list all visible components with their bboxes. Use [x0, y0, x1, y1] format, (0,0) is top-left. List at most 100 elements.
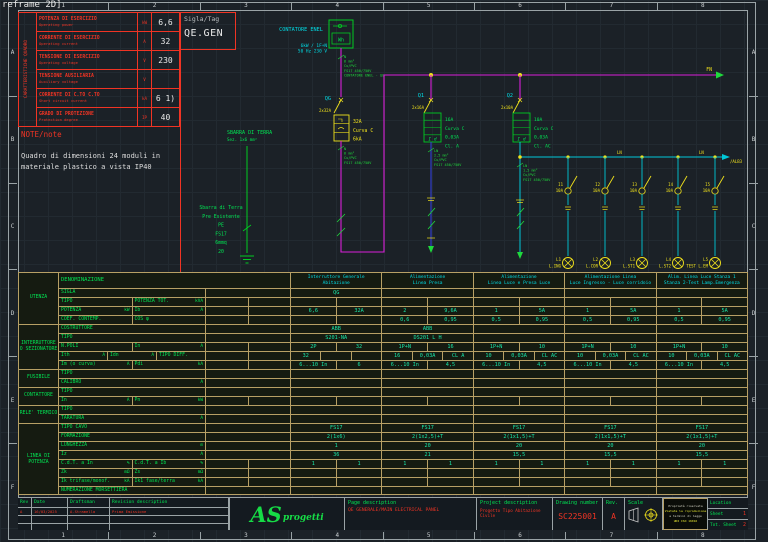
table-label-text: COEF. CONTEMP. — [61, 317, 102, 322]
table-data-value — [291, 406, 381, 414]
table-label-text: Pn — [134, 398, 141, 403]
table-data-value: 4,5 — [445, 362, 456, 368]
table-data-cell — [657, 406, 747, 414]
table-label-text: TIPO — [61, 389, 73, 394]
table-data-cell — [474, 469, 566, 477]
table-label-text: Ib — [134, 308, 141, 313]
table-row-labels: COEF. CONTEMP. COS φ — [59, 316, 206, 324]
table-data-value: 2 — [382, 307, 429, 315]
characteristics-sublabel: Operating voltage — [39, 59, 78, 65]
logo-main: AS — [250, 501, 282, 527]
table-gap-cell — [206, 487, 291, 495]
table-data-value — [565, 298, 611, 306]
table-label-unit: kA — [197, 362, 203, 367]
scale-label: Scale — [628, 500, 644, 506]
table-row: Zk mΩ Zs mΩ — [59, 469, 747, 478]
table-label-part: Iz A — [59, 451, 205, 459]
table-row: TIPO POTENZA TOT. kVA — [59, 298, 747, 307]
table-data-value: 16 — [382, 352, 413, 360]
table-row: NUMERAZIONE MORSETTIERA — [59, 487, 747, 495]
table-data-cell: S201-NA — [291, 334, 383, 342]
table-data-cell — [291, 415, 383, 423]
tag-value: QE.GEN — [184, 28, 224, 39]
zone-column-number: 6 — [473, 532, 565, 540]
table-data-cell — [657, 334, 747, 342]
table-data-value — [337, 298, 382, 306]
table-data-value: FS17 — [695, 425, 709, 431]
table-data-cell — [382, 298, 474, 306]
table-data-value — [382, 370, 472, 378]
table-label-part: Pdi kA — [133, 361, 206, 369]
table-data-cell — [474, 478, 566, 486]
table-data-cell — [565, 388, 657, 396]
table-data-value: 10 — [538, 344, 545, 350]
table-data-value — [520, 478, 565, 486]
table-data-cell — [474, 334, 566, 342]
table-data-value: 0,95 — [444, 317, 457, 323]
table-data-cell — [382, 406, 474, 414]
characteristics-label-cell: CORRENTE DI C.TO C.TO Short circuit curre… — [37, 89, 137, 107]
table-data-value: 4,5 — [719, 362, 730, 368]
table-data-value: 1P+N — [565, 343, 611, 351]
table-data-value — [291, 379, 381, 387]
table-data-value: CL AC — [724, 353, 741, 359]
table-data-value — [657, 388, 747, 396]
characteristics-sublabel: Protection degree — [39, 116, 78, 122]
table-label-text: POTENZA TOT. — [134, 299, 170, 304]
table-data-cell — [474, 298, 566, 306]
table-data-value: 0,5 — [657, 316, 703, 324]
table-data-cell: 2(1x1,5)+T — [657, 433, 747, 441]
viewport-control-label[interactable]: reframe 2D] — [2, 0, 62, 10]
revision-cell-value — [32, 516, 68, 524]
table-data-value — [291, 478, 337, 486]
table-data-cell — [657, 415, 747, 423]
table-label-unit: % — [200, 461, 203, 466]
property-stamp: Proprietà riservata Vietata la riproduzio… — [663, 498, 708, 530]
tag-label: Sigla/Tag — [184, 15, 220, 23]
table-data-value: 1 — [474, 460, 520, 468]
table-data-cell: ABB — [382, 325, 474, 333]
characteristics-side-label: CARATTERISTICHE QUADRO — [24, 40, 30, 99]
table-data-cell — [382, 478, 474, 486]
table-data-value: 32 — [355, 344, 363, 350]
table-data-value — [382, 478, 429, 486]
characteristics-unit: V — [137, 70, 151, 88]
characteristics-table: CARATTERISTICHE QUADRO POTENZA DI ESERCI… — [18, 12, 180, 127]
characteristics-rows: POTENZA DI ESERCIZIO Operating power kW 6,6… — [37, 13, 179, 126]
table-data-value — [565, 469, 611, 477]
table-label-unit: % — [126, 461, 130, 466]
table-data-cell — [382, 469, 474, 477]
table-data-cell — [565, 289, 657, 297]
table-data-value: 1 — [474, 307, 520, 315]
table-label-text: Pdi — [134, 362, 144, 367]
table-data-value: 15,5 — [512, 452, 526, 458]
table-data-value: 6...10 In — [291, 361, 337, 369]
table-data-cell: 2(1x1,5)+T — [565, 433, 657, 441]
table-data-value — [565, 487, 655, 495]
table-label-text: COSTRUTTORE — [61, 326, 93, 331]
table-data-cell: 1 5A — [474, 307, 566, 315]
zone-column-number: 2 — [108, 2, 199, 10]
revision-header: Rev — [18, 498, 32, 508]
table-data-value: 1 — [357, 461, 361, 467]
zone-row-letter: F — [749, 443, 758, 530]
table-data-value: CL A — [451, 353, 465, 359]
table-data-cell: 1P+N 10 — [657, 343, 747, 351]
table-row: POTENZA kW Ib A 6,6 32A 2 9,6A 1 5A 1 5A 1 5A — [59, 307, 747, 316]
table-data-value — [291, 370, 381, 378]
table-data-value — [321, 352, 352, 360]
table-label-part: SIGLA — [59, 289, 205, 297]
table-data-value — [382, 298, 429, 306]
characteristics-value: 6,6 — [151, 13, 179, 31]
zone-rows-right: A BCDEF — [749, 10, 758, 530]
table-row: Im (o curva) A Pdi kA 6...10 In 6 6...10 In 4,5… — [59, 361, 747, 370]
table-data-cell — [657, 379, 747, 387]
table-label-text: TIPO — [61, 335, 73, 340]
table-label-text: Ith — [61, 353, 70, 358]
table-data-value: 0,03A — [504, 352, 535, 360]
table-data-cell — [657, 325, 747, 333]
table-data-value: 1 — [448, 461, 453, 467]
characteristics-unit: kA — [137, 89, 151, 107]
table-row: TIPO CAVO FS17 FS17 FS17 FS17 FS17 — [59, 424, 747, 433]
table-label-part: Ib A — [133, 307, 206, 315]
